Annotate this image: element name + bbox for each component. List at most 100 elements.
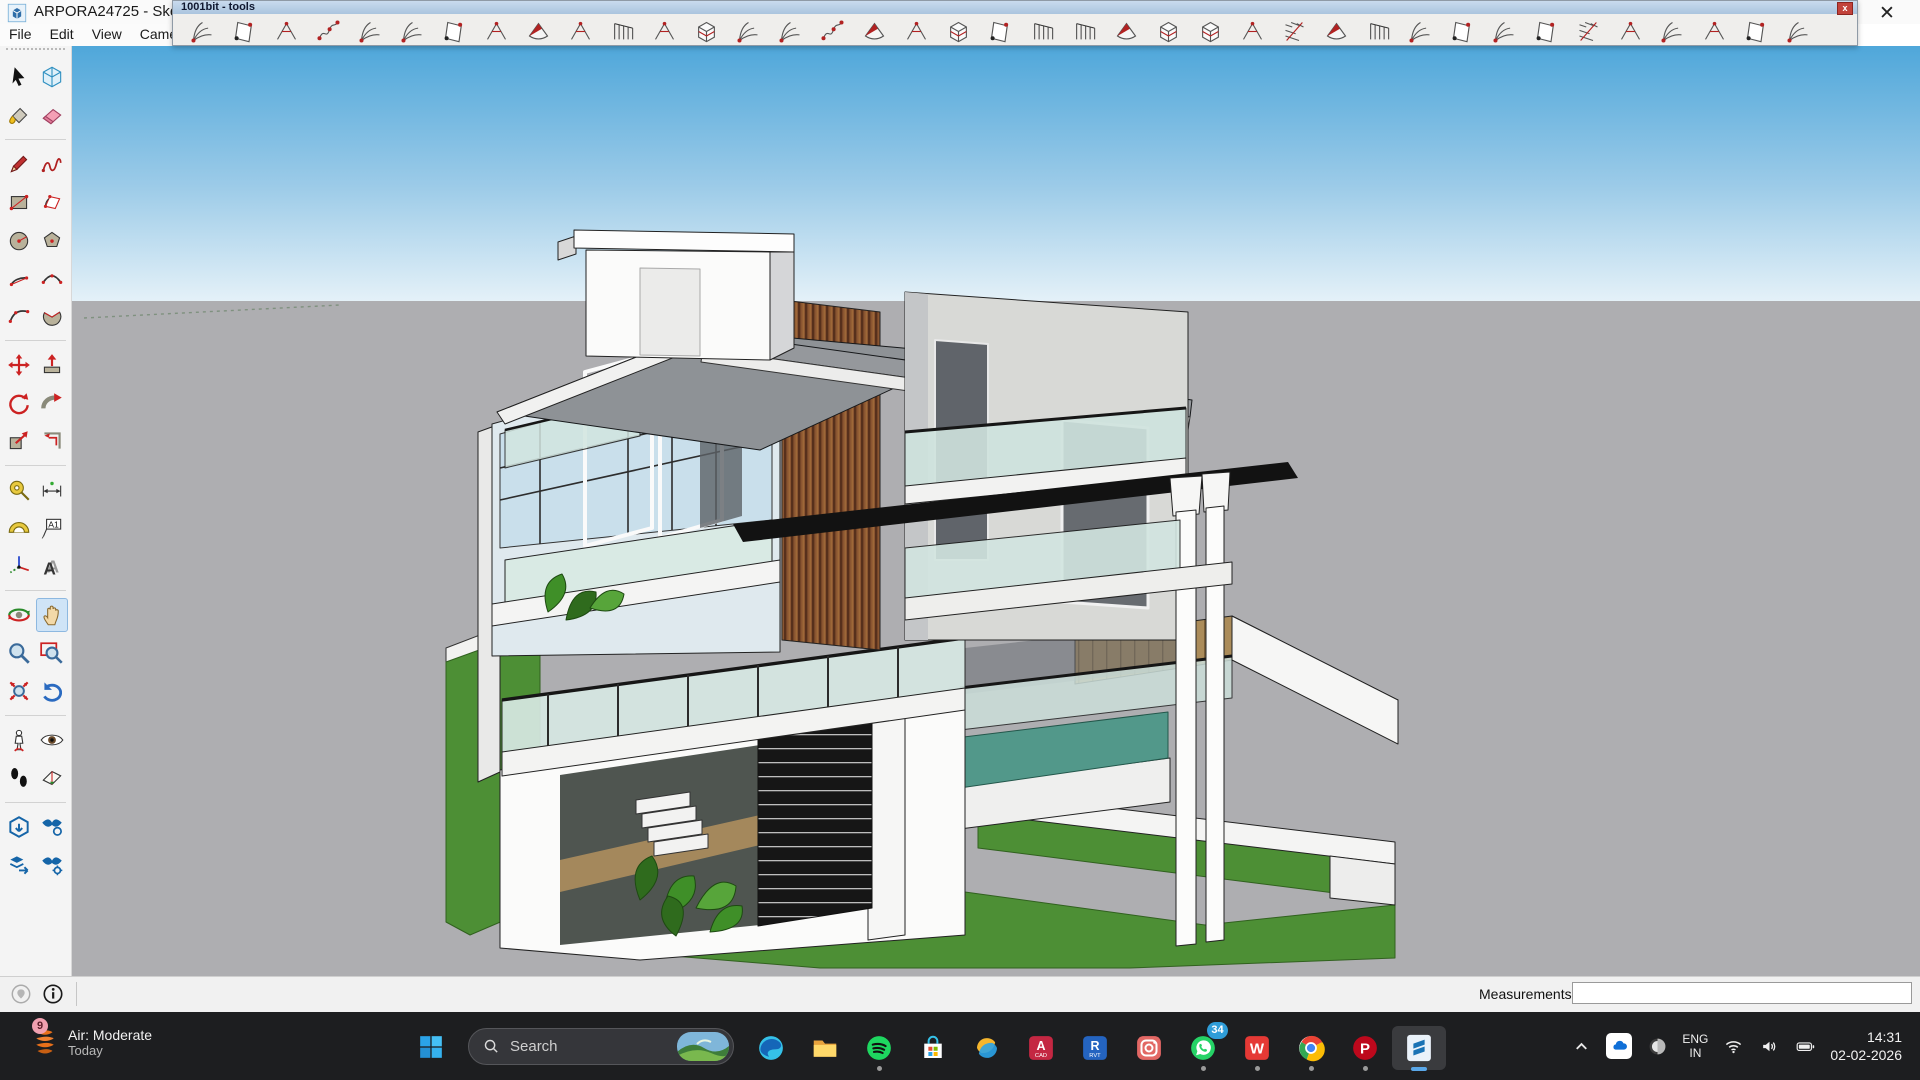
menu-item-view[interactable]: View	[83, 24, 131, 46]
tool-polygon[interactable]	[36, 223, 68, 257]
bit-tool-align-cone-icon[interactable]	[265, 16, 307, 46]
search-box[interactable]: Search	[468, 1028, 734, 1065]
onedrive-icon[interactable]	[1606, 1033, 1632, 1059]
tool-rotated-rectangle[interactable]	[36, 185, 68, 219]
bit-tool-channel-icon[interactable]	[1609, 16, 1651, 46]
wifi-icon[interactable]	[1722, 1034, 1744, 1058]
measurements-input[interactable]	[1572, 982, 1912, 1004]
tool-axes[interactable]	[3, 549, 35, 583]
speaker-icon[interactable]	[1758, 1034, 1780, 1058]
tool-tape-measure[interactable]	[3, 473, 35, 507]
bit-tool-offset-hexagon-icon[interactable]	[349, 16, 391, 46]
bit-tool-bevel-line-icon[interactable]	[685, 16, 727, 46]
tool-send-to-layout[interactable]	[3, 848, 35, 882]
bit-tool-rosette-cut-icon[interactable]	[1693, 16, 1735, 46]
tool-select[interactable]	[3, 60, 35, 94]
bit-tool-point-pyramid-icon[interactable]	[559, 16, 601, 46]
taskbar-app-instagram[interactable]	[1122, 1026, 1176, 1070]
tool-orbit[interactable]	[3, 598, 35, 632]
bit-tool-curve-chord-icon[interactable]	[727, 16, 769, 46]
taskbar-app-autocad[interactable]: ACAD	[1014, 1026, 1068, 1070]
bit-tool-window-frame-icon[interactable]	[1441, 16, 1483, 46]
tool-text[interactable]: A1	[36, 511, 68, 545]
plugin-toolbar-titlebar[interactable]: 1001bit - tools x	[173, 1, 1857, 14]
window-close-icon[interactable]: ✕	[1872, 2, 1902, 26]
bit-tool-fillet-band-icon[interactable]	[433, 16, 475, 46]
bit-tool-louver-angle-icon[interactable]	[1147, 16, 1189, 46]
bit-tool-layer-stack-icon[interactable]	[1567, 16, 1609, 46]
bing-daily-image[interactable]	[677, 1032, 729, 1061]
bit-tool-polyline-points-icon[interactable]	[223, 16, 265, 46]
bit-tool-beam-hatch-icon[interactable]	[1315, 16, 1357, 46]
taskbar-app-edge[interactable]	[744, 1026, 798, 1070]
language-indicator[interactable]: ENGIN	[1682, 1032, 1708, 1060]
taskbar-app-file-explorer[interactable]	[798, 1026, 852, 1070]
tool-make-component[interactable]	[36, 60, 68, 94]
tool-two-point-arc[interactable]	[36, 261, 68, 295]
tool-model-settings[interactable]	[36, 848, 68, 882]
bit-tool-sphere-cut-icon[interactable]	[517, 16, 559, 46]
weather-widget[interactable]: 9 Air: Moderate Today	[30, 1024, 152, 1060]
tool-zoom-window[interactable]	[36, 636, 68, 670]
taskbar-app-microsoft-store[interactable]	[906, 1026, 960, 1070]
battery-icon[interactable]	[1794, 1034, 1816, 1058]
cloud-app-icon[interactable]	[1646, 1034, 1668, 1058]
tool-position-camera[interactable]	[3, 723, 35, 757]
tool-previous-view[interactable]	[36, 674, 68, 708]
info-icon[interactable]	[42, 983, 64, 1005]
tool-rectangle[interactable]	[3, 185, 35, 219]
viewport-canvas[interactable]	[72, 46, 1920, 976]
tool-pan[interactable]	[36, 598, 68, 632]
tool-eraser[interactable]	[36, 98, 68, 132]
geolocation-icon[interactable]	[10, 983, 32, 1005]
tool-circle[interactable]	[3, 223, 35, 257]
tool-follow-me[interactable]	[36, 386, 68, 420]
taskbar-app-revit[interactable]: RRVT	[1068, 1026, 1122, 1070]
bit-tool-fold-panel-icon[interactable]	[979, 16, 1021, 46]
toolbar-grip[interactable]	[6, 48, 65, 58]
tool-move[interactable]	[3, 348, 35, 382]
bit-tool-ramp-icon[interactable]	[1105, 16, 1147, 46]
taskbar-app-copilot[interactable]	[960, 1026, 1014, 1070]
tool-three-d-text[interactable]: AA	[36, 549, 68, 583]
start-button[interactable]	[418, 1034, 444, 1060]
tool-arc[interactable]	[3, 261, 35, 295]
taskbar-app-wps-office[interactable]: W	[1230, 1026, 1284, 1070]
bit-tool-extrude-box-icon[interactable]	[475, 16, 517, 46]
bit-tool-frame-angle-icon[interactable]	[643, 16, 685, 46]
tray-chevron-up-icon[interactable]	[1570, 1034, 1592, 1058]
bit-tool-frame-door-icon[interactable]	[1399, 16, 1441, 46]
taskbar-app-pinterest[interactable]: P	[1338, 1026, 1392, 1070]
bit-tool-draw-face-icon[interactable]	[181, 16, 223, 46]
menu-item-edit[interactable]: Edit	[41, 24, 83, 46]
bit-tool-louver-slats-icon[interactable]	[1231, 16, 1273, 46]
bit-tool-wall-stack-icon[interactable]	[1063, 16, 1105, 46]
taskbar-app-sketchup[interactable]	[1392, 1026, 1446, 1070]
bit-tool-sail-face-icon[interactable]	[811, 16, 853, 46]
bit-tool-beam-slope-icon[interactable]	[1357, 16, 1399, 46]
bit-tool-box-cage-icon[interactable]	[769, 16, 811, 46]
bit-tool-rafter-fan-icon[interactable]	[1735, 16, 1777, 46]
menu-item-file[interactable]: File	[0, 24, 41, 46]
tool-protractor[interactable]	[3, 511, 35, 545]
bit-tool-frame-corner-icon[interactable]	[601, 16, 643, 46]
tool-pie[interactable]	[36, 299, 68, 333]
taskbar-app-chrome[interactable]	[1284, 1026, 1338, 1070]
bit-tool-column-array-icon[interactable]	[853, 16, 895, 46]
tool-look-around[interactable]	[36, 723, 68, 757]
tool-dimension[interactable]	[36, 473, 68, 507]
tool-scale[interactable]	[3, 424, 35, 458]
tool-line[interactable]	[3, 147, 35, 181]
bit-tool-rafter-array-icon[interactable]	[1777, 16, 1819, 46]
bit-tool-column-cluster-icon[interactable]	[895, 16, 937, 46]
taskbar-app-spotify[interactable]	[852, 1026, 906, 1070]
bit-tool-column-ring-icon[interactable]	[937, 16, 979, 46]
bit-tool-stair-flight-icon[interactable]	[1273, 16, 1315, 46]
tool-paint-bucket[interactable]	[3, 98, 35, 132]
bit-tool-hatch-fill-icon[interactable]	[1525, 16, 1567, 46]
bit-tool-intersect-lines-icon[interactable]	[307, 16, 349, 46]
tool-section-plane[interactable]	[36, 761, 68, 795]
tool-walk[interactable]	[3, 761, 35, 795]
tool-zoom-extents[interactable]	[3, 674, 35, 708]
bit-tool-grille-panel-icon[interactable]	[1483, 16, 1525, 46]
